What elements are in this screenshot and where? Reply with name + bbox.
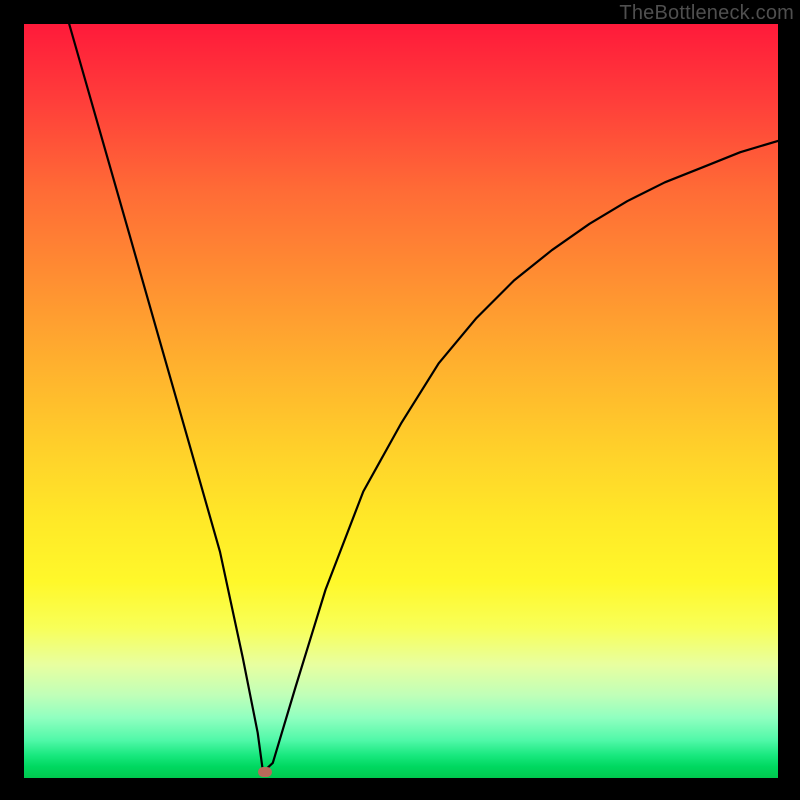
optimal-point-marker	[258, 767, 272, 777]
bottleneck-curve	[0, 0, 800, 800]
watermark-text: TheBottleneck.com	[619, 2, 794, 25]
chart-frame: TheBottleneck.com	[0, 0, 800, 800]
